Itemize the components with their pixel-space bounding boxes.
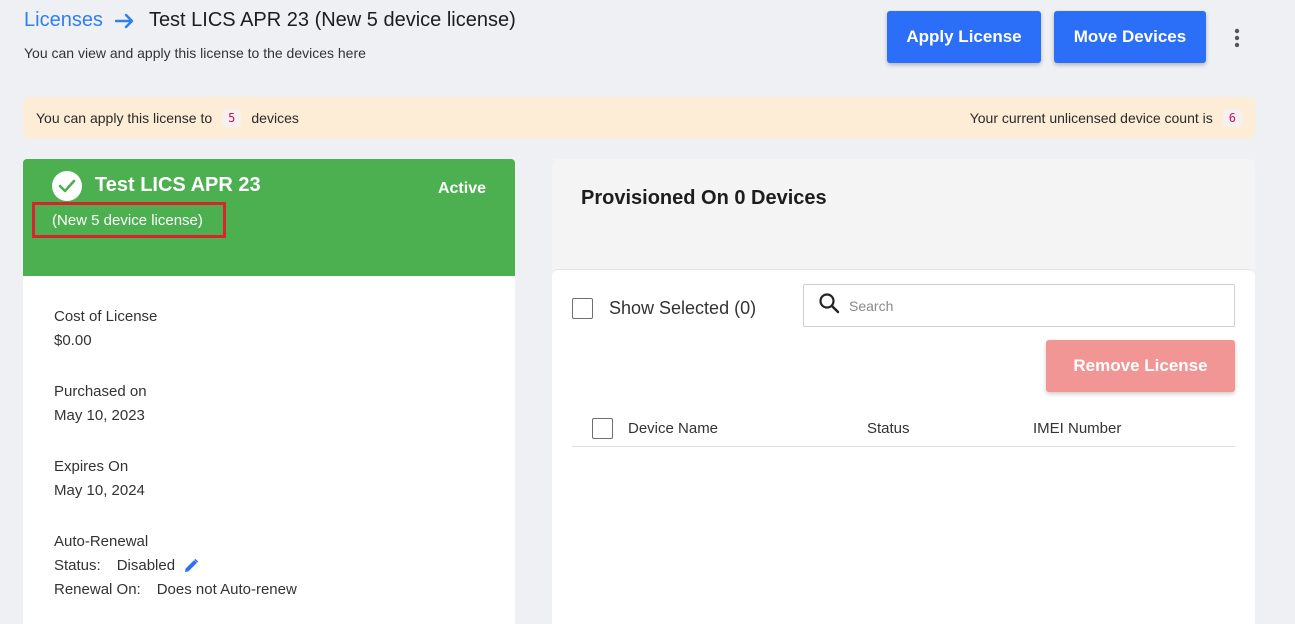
unlicensed-count-label: Your current unlicensed device count is: [969, 109, 1213, 126]
expires-value: May 10, 2024: [54, 482, 145, 499]
column-header-status[interactable]: Status: [867, 420, 910, 437]
cost-value: $0.00: [54, 332, 92, 349]
cost-label: Cost of License: [54, 308, 158, 325]
license-status-badge: Active: [437, 180, 486, 197]
expires-label: Expires On: [54, 458, 129, 475]
license-card-header: Test LICS APR 23 Active (New 5 device li…: [23, 159, 515, 276]
select-all-checkbox[interactable]: [592, 418, 613, 439]
devices-panel: Provisioned On 0 Devices Show Selected (…: [552, 159, 1255, 624]
search-icon: [818, 292, 840, 319]
check-circle-icon: [52, 171, 82, 201]
apply-count-badge: 5: [222, 108, 242, 127]
auto-renewal-status-key: Status:: [54, 557, 101, 574]
show-selected-checkbox[interactable]: [572, 298, 593, 319]
column-header-imei[interactable]: IMEI Number: [1033, 420, 1121, 437]
expires-field: Expires On May 10, 2024: [54, 458, 145, 499]
license-title: Test LICS APR 23: [95, 174, 261, 196]
arrow-right-icon: [114, 13, 135, 29]
renewal-on-key: Renewal On:: [54, 581, 141, 598]
apply-count-suffix: devices: [251, 109, 299, 126]
breadcrumb: Licenses Test LICS APR 23 (New 5 device …: [24, 9, 516, 32]
page-title: Test LICS APR 23 (New 5 device license): [148, 9, 516, 31]
show-selected-label: Show Selected (0): [609, 298, 757, 318]
remove-license-button[interactable]: Remove License: [1046, 340, 1235, 392]
renewal-on-value: Does not Auto-renew: [156, 581, 297, 598]
search-box[interactable]: [803, 284, 1235, 327]
auto-renewal-status-row: Status: Disabled: [54, 557, 297, 574]
auto-renewal-status-value: Disabled: [116, 557, 176, 574]
license-card: Test LICS APR 23 Active (New 5 device li…: [23, 159, 515, 624]
unlicensed-count-message: Your current unlicensed device count is …: [969, 108, 1242, 127]
devices-table-container: Show Selected (0) Remove License Device …: [552, 269, 1255, 624]
auto-renewal-field: Auto-Renewal Status: Disabled Renewal On…: [54, 533, 297, 598]
breadcrumb-licenses-link[interactable]: Licenses: [24, 9, 103, 32]
pencil-icon[interactable]: [183, 558, 199, 574]
license-subtitle: (New 5 device license): [32, 202, 226, 238]
apply-license-button[interactable]: Apply License: [887, 11, 1041, 63]
column-header-device-name[interactable]: Device Name: [628, 420, 718, 437]
devices-table-header: Device Name Status IMEI Number: [572, 416, 1235, 447]
cost-field: Cost of License $0.00: [54, 308, 157, 349]
provisioned-devices-title: Provisioned On 0 Devices: [581, 187, 827, 209]
auto-renewal-label: Auto-Renewal: [54, 533, 149, 550]
license-info-banner: You can apply this license to 5 devices …: [23, 97, 1255, 138]
purchased-label: Purchased on: [54, 383, 147, 400]
page-subtitle: You can view and apply this license to t…: [24, 45, 366, 61]
more-options-icon[interactable]: [1226, 26, 1248, 50]
renewal-on-row: Renewal On: Does not Auto-renew: [54, 581, 297, 598]
move-devices-button[interactable]: Move Devices: [1054, 11, 1206, 63]
show-selected-toggle[interactable]: Show Selected (0): [572, 298, 756, 319]
unlicensed-count-badge: 6: [1222, 108, 1242, 127]
apply-count-message: You can apply this license to 5 devices: [36, 108, 299, 127]
search-input[interactable]: [849, 297, 1229, 314]
purchased-field: Purchased on May 10, 2023: [54, 383, 147, 424]
purchased-value: May 10, 2023: [54, 407, 145, 424]
apply-count-prefix: You can apply this license to: [36, 109, 213, 126]
